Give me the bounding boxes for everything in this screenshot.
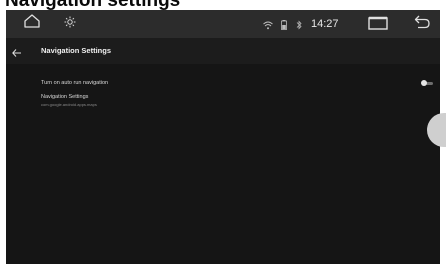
page-caption: Navigation settings [5, 0, 181, 11]
toolbar: Navigation Settings [6, 38, 440, 64]
home-icon[interactable] [24, 14, 40, 33]
auto-run-label: Turn on auto run navigation [41, 80, 109, 86]
navigation-app-label: Navigation Settings [41, 94, 89, 100]
back-arrow-icon[interactable] [12, 44, 22, 62]
auto-run-toggle[interactable] [421, 80, 433, 86]
wifi-icon [263, 17, 273, 35]
status-bar: 14:27 [6, 10, 440, 38]
battery-icon [281, 17, 287, 35]
clock: 14:27 [311, 18, 339, 30]
page-title: Navigation Settings [41, 46, 112, 55]
brightness-icon[interactable] [64, 15, 76, 33]
recent-apps-icon[interactable] [368, 16, 388, 35]
navigation-app-value: com.google.android.apps.maps [41, 102, 97, 107]
bluetooth-icon [296, 17, 302, 35]
device-screen: 14:27 Navigation Settings Turn on auto r… [6, 10, 440, 264]
back-icon[interactable] [414, 15, 430, 34]
toggle-knob [421, 80, 427, 86]
